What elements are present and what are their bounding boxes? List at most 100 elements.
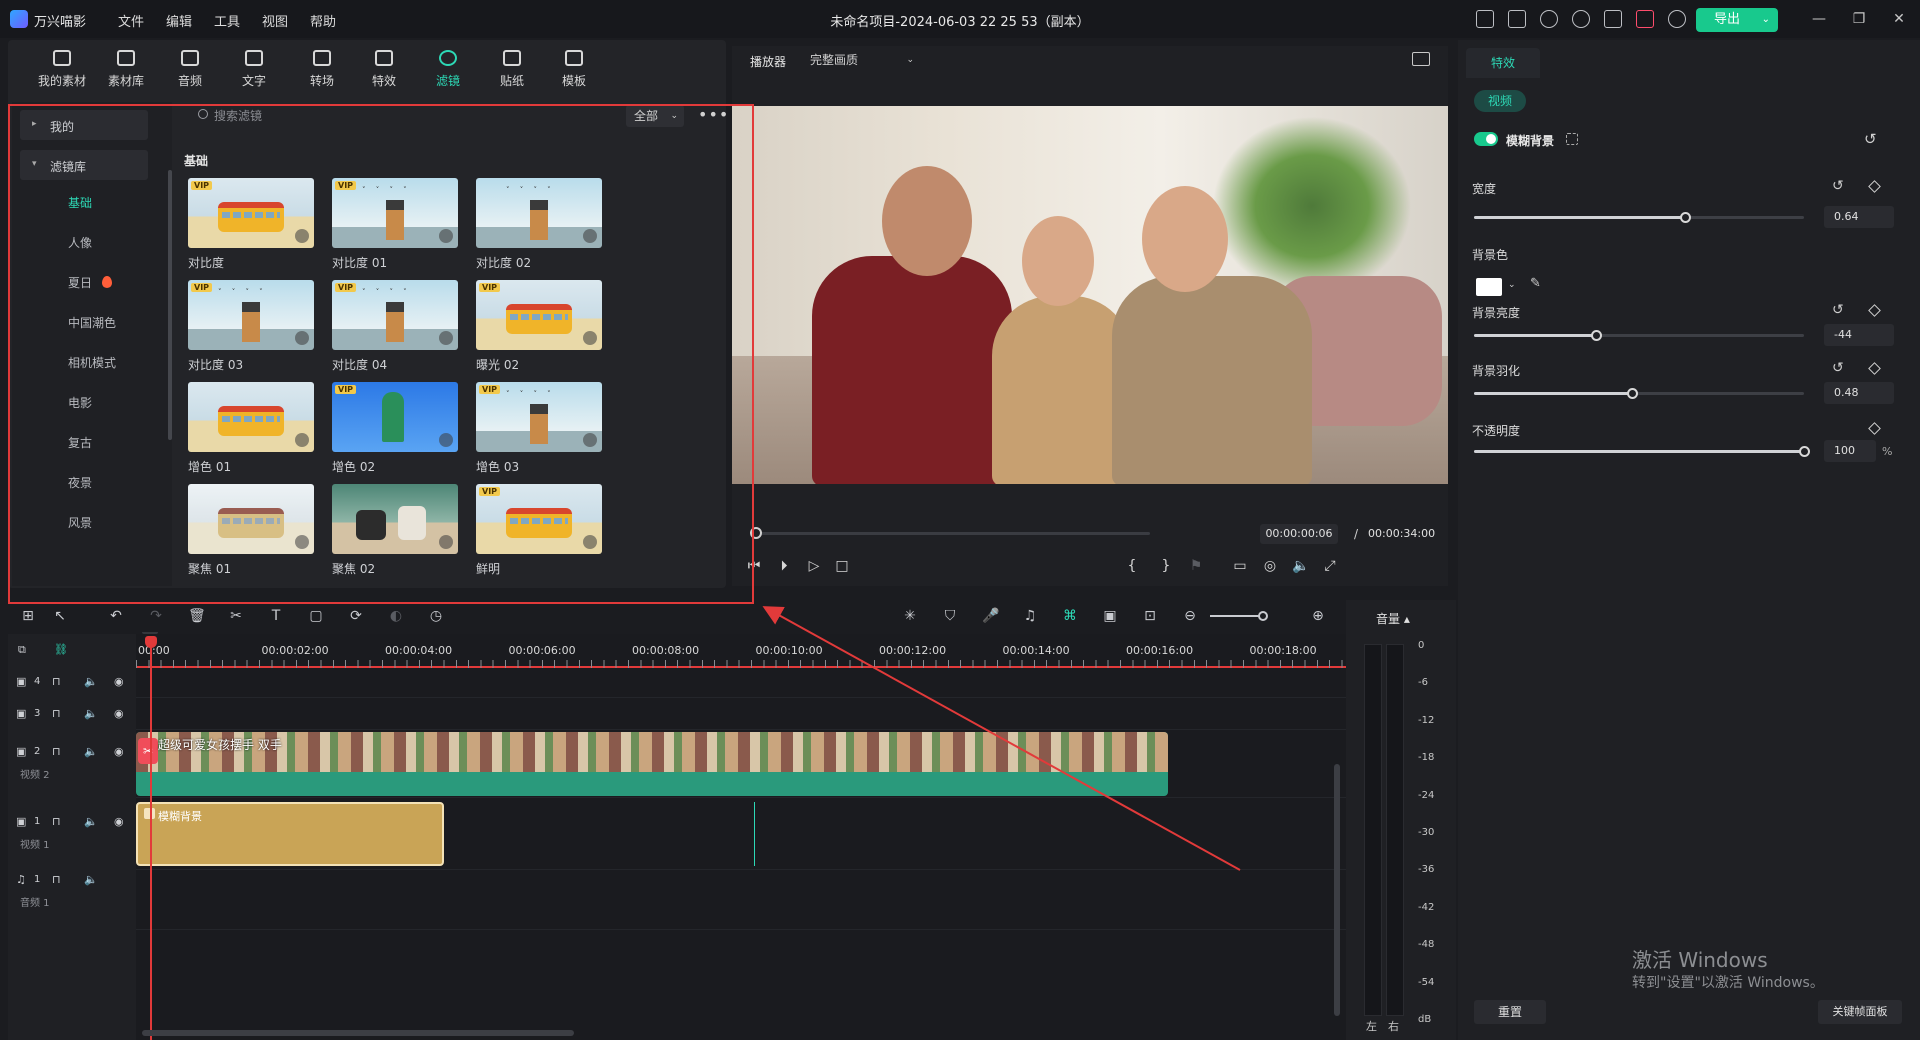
reset-icon[interactable]: ↺	[1832, 360, 1844, 376]
playhead[interactable]	[150, 638, 152, 1040]
close-icon[interactable]: ✕	[1888, 8, 1910, 30]
download-icon[interactable]	[583, 229, 597, 243]
download-icon[interactable]	[583, 535, 597, 549]
width-slider[interactable]	[1474, 212, 1804, 223]
playback-progress-track[interactable]	[754, 532, 1150, 535]
menu-help[interactable]: 帮助	[310, 11, 336, 30]
tab-music-note[interactable]: 音频	[160, 46, 220, 94]
fullscreen-icon[interactable]: ⤢	[1322, 558, 1338, 574]
slider-knob[interactable]	[1799, 446, 1810, 457]
cloud-icon[interactable]	[1540, 10, 1558, 28]
video-clip[interactable]	[136, 732, 1168, 796]
redo-icon[interactable]: ↷	[148, 608, 164, 624]
pip-icon[interactable]: ▣	[1102, 608, 1118, 624]
playhead-handle[interactable]	[145, 636, 157, 648]
filter-thumbnail[interactable]: VIP	[476, 280, 602, 350]
save-icon[interactable]	[1508, 10, 1526, 28]
download-icon[interactable]	[295, 229, 309, 243]
bg-color-swatch[interactable]	[1476, 278, 1502, 296]
download-icon[interactable]	[439, 535, 453, 549]
headset-icon[interactable]	[1572, 10, 1590, 28]
opacity-slider[interactable]	[1474, 446, 1810, 457]
filter-thumbnail[interactable]: VIP	[332, 382, 458, 452]
lock-icon[interactable]: ⊓	[52, 874, 66, 886]
tab-transition[interactable]: 转场	[292, 46, 352, 94]
mark-out-icon[interactable]: }	[1158, 558, 1174, 574]
category-item[interactable]: 基础	[12, 194, 152, 211]
lock-icon[interactable]: ⊓	[52, 746, 66, 758]
link-icon[interactable]: ⛓	[54, 644, 68, 656]
blur-background-toggle[interactable]	[1474, 132, 1498, 146]
category-item[interactable]: 电影	[12, 394, 152, 411]
chevron-down-icon[interactable]: ⌄	[1762, 8, 1770, 32]
category-library[interactable]: ▾ 滤镜库	[20, 150, 148, 180]
reset-icon[interactable]: ↺	[1832, 302, 1844, 318]
flag-icon[interactable]: ⚑	[1188, 558, 1204, 574]
current-time[interactable]: 00:00:00:06	[1260, 524, 1338, 544]
duration-icon[interactable]: ◷	[428, 608, 444, 624]
keyframe-icon[interactable]	[1868, 362, 1881, 375]
display-icon[interactable]: ▭	[1232, 558, 1248, 574]
quality-select[interactable]: 完整画质 ⌄	[802, 50, 920, 70]
slider-knob[interactable]	[1627, 388, 1638, 399]
video-preview[interactable]	[732, 106, 1448, 484]
step-forward-icon[interactable]: ⏵	[776, 558, 792, 574]
filter-thumbnail[interactable]: ˅ ˅ ˅ ˅ VIP	[188, 280, 314, 350]
menu-view[interactable]: 视图	[262, 11, 288, 30]
undo-icon[interactable]: ↶	[108, 608, 124, 624]
filter-thumbnail[interactable]: ˅ ˅ ˅ ˅ VIP	[332, 280, 458, 350]
scissors-icon[interactable]: ✂	[138, 738, 158, 764]
timeline-area[interactable]: 00:00 00:00:02:00 00:00:04:00 00:00:06:00 00…	[136, 634, 1346, 1040]
download-icon[interactable]	[295, 331, 309, 345]
audio-mix-icon[interactable]: ♫	[1022, 608, 1038, 624]
download-icon[interactable]	[439, 433, 453, 447]
monitor-icon[interactable]	[1476, 10, 1494, 28]
keyframe-icon[interactable]	[1868, 180, 1881, 193]
scope-icon[interactable]	[1412, 52, 1430, 66]
filter-search-input[interactable]	[214, 106, 514, 126]
subtab-video[interactable]: 视频	[1474, 90, 1526, 112]
chevron-down-icon[interactable]: ⌄	[1508, 280, 1516, 290]
reset-icon[interactable]: ↺	[1832, 178, 1844, 194]
meter-title[interactable]: 音量 ▴	[1376, 610, 1410, 627]
category-item[interactable]: 相机模式	[12, 354, 152, 371]
color-icon[interactable]: ◐	[388, 608, 404, 624]
tab-my-media[interactable]: 我的素材	[32, 46, 92, 94]
marker-icon[interactable]: ⛉	[942, 608, 958, 624]
speed-icon[interactable]: ⟳	[348, 608, 364, 624]
width-value[interactable]: 0.64	[1824, 206, 1894, 228]
minimize-icon[interactable]: —	[1808, 8, 1830, 30]
keyframe-panel-button[interactable]: 关键帧面板	[1818, 1000, 1902, 1024]
tab-filters[interactable]: 滤镜	[418, 46, 478, 94]
tab-effects[interactable]: 特效	[1466, 48, 1540, 78]
lock-icon[interactable]: ⊓	[52, 816, 66, 828]
bg-brightness-slider[interactable]	[1474, 330, 1804, 341]
export-button[interactable]: 导出 ⌄	[1696, 8, 1778, 32]
download-icon[interactable]	[583, 331, 597, 345]
eyedropper-icon[interactable]: ✎	[1530, 276, 1541, 291]
lock-icon[interactable]: ⊓	[52, 676, 66, 688]
info-icon[interactable]	[1566, 133, 1578, 145]
category-mine[interactable]: ▸ 我的	[20, 110, 148, 140]
track-lane[interactable]	[136, 698, 1346, 730]
sidebar-scrollbar[interactable]	[168, 170, 172, 440]
stop-icon[interactable]: □	[834, 558, 850, 574]
tab-stock-library[interactable]: 素材库	[96, 46, 156, 94]
prev-frame-icon[interactable]: ⏮	[746, 558, 762, 574]
cut-icon[interactable]: ✂	[228, 608, 244, 624]
menu-edit[interactable]: 编辑	[166, 11, 192, 30]
category-item[interactable]: 夜景	[12, 474, 152, 491]
speaker-icon[interactable]: 🔈	[84, 676, 98, 688]
tab-sticker[interactable]: 贴纸	[482, 46, 542, 94]
add-track-icon[interactable]: ⧉	[18, 644, 32, 656]
eye-icon[interactable]: ◉	[114, 746, 128, 758]
filter-thumbnail[interactable]: ˅ ˅ ˅ ˅	[476, 178, 602, 248]
track-lane[interactable]	[136, 870, 1346, 930]
bg-brightness-value[interactable]: -44	[1824, 324, 1894, 346]
tab-effects[interactable]: 特效	[354, 46, 414, 94]
filter-scope-select[interactable]: 全部 ⌄	[626, 105, 684, 127]
mark-in-icon[interactable]: {	[1124, 558, 1140, 574]
keyframe-icon[interactable]	[1868, 304, 1881, 317]
zoom-knob[interactable]	[1258, 611, 1268, 621]
render-icon[interactable]: ✳	[902, 608, 918, 624]
